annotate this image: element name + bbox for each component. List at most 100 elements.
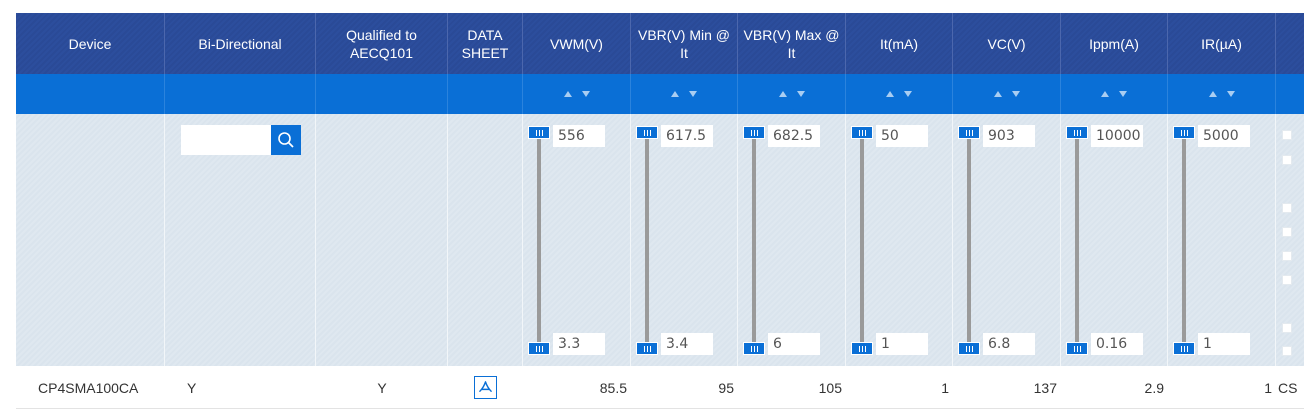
cell-ir: 1 [1264, 379, 1272, 396]
slider-track[interactable] [860, 130, 864, 352]
cell-truncated: CS [1278, 379, 1298, 396]
cell-vwm: 85.5 [599, 379, 627, 396]
sort-descending-icon[interactable] [796, 91, 805, 97]
cell-device[interactable]: CP4SMA100CA [16, 366, 165, 409]
range-max-value[interactable]: 5000 [1198, 125, 1250, 147]
range-min-value[interactable]: 6.8 [983, 333, 1035, 355]
range-max-value[interactable]: 556 [553, 125, 605, 147]
sort-ascending-icon[interactable] [1101, 91, 1109, 97]
slider-handle-max[interactable] [528, 126, 550, 139]
cell-vbr-min: 95 [718, 379, 734, 396]
sort-descending-icon[interactable] [904, 91, 912, 97]
cell-vbr-max: 105 [818, 379, 842, 396]
search-icon [278, 132, 294, 148]
filter-checkbox[interactable] [1282, 227, 1292, 237]
filter-cell-bidirectional [165, 114, 316, 366]
filter-checkbox[interactable] [1282, 251, 1292, 261]
col-header-device[interactable]: Device [16, 13, 165, 74]
col-header-qualified[interactable]: Qualified to AECQ101 [316, 13, 448, 74]
sort-ascending-icon[interactable] [1208, 91, 1217, 97]
range-min-value[interactable]: 0.16 [1091, 333, 1143, 355]
cell-vc: 137 [1033, 379, 1057, 396]
table-row[interactable]: CP4SMA100CA Y Y 85.5 95 105 1 137 2.9 1 … [16, 366, 1304, 409]
filter-checkbox[interactable] [1282, 203, 1292, 213]
sort-cell-ir [1168, 74, 1276, 114]
filter-cell [16, 114, 165, 366]
sort-ascending-icon[interactable] [778, 91, 787, 97]
cell-qualified: Y [377, 379, 387, 396]
pdf-icon[interactable] [474, 376, 497, 399]
slider-handle-max[interactable] [636, 126, 658, 139]
filter-checkbox[interactable] [1282, 155, 1292, 165]
search-button[interactable] [271, 125, 301, 155]
filter-cell [448, 114, 523, 366]
sort-descending-icon[interactable] [1119, 91, 1127, 97]
col-header-vc[interactable]: VC(V) [953, 13, 1061, 74]
col-header-vbr-min[interactable]: VBR(V) Min @ It [631, 13, 738, 74]
range-min-value[interactable]: 3.4 [661, 333, 713, 355]
range-min-value[interactable]: 1 [876, 333, 928, 355]
range-max-value[interactable]: 617.5 [661, 125, 713, 147]
slider-handle-min[interactable] [958, 342, 980, 355]
col-header-vwm[interactable]: VWM(V) [523, 13, 631, 74]
filter-checkbox[interactable] [1282, 130, 1292, 140]
range-max-value[interactable]: 682.5 [768, 125, 820, 147]
slider-track[interactable] [1075, 130, 1079, 352]
filter-checkbox[interactable] [1282, 346, 1292, 356]
filter-checkbox[interactable] [1282, 275, 1292, 285]
pdf-glyph [479, 381, 492, 392]
sort-descending-icon[interactable] [1011, 91, 1020, 97]
slider-track[interactable] [645, 130, 649, 352]
range-max-value[interactable]: 10000 [1091, 125, 1143, 147]
col-header-it[interactable]: It(mA) [846, 13, 953, 74]
slider-track[interactable] [1182, 130, 1186, 352]
filter-checkbox[interactable] [1282, 323, 1292, 333]
sort-ascending-icon[interactable] [563, 91, 572, 97]
slider-handle-min[interactable] [528, 342, 550, 355]
slider-handle-min[interactable] [1066, 342, 1088, 355]
col-header-vbr-max[interactable]: VBR(V) Max @ It [738, 13, 846, 74]
col-header-bidirectional[interactable]: Bi-Directional [165, 13, 316, 74]
cell-it: 1 [941, 379, 949, 396]
slider-handle-min[interactable] [743, 342, 765, 355]
slider-handle-min[interactable] [636, 342, 658, 355]
range-max-value[interactable]: 903 [983, 125, 1035, 147]
slider-handle-max[interactable] [743, 126, 765, 139]
col-header-ippm[interactable]: Ippm(A) [1061, 13, 1168, 74]
sort-ascending-icon[interactable] [671, 91, 679, 97]
slider-track[interactable] [537, 130, 541, 352]
slider-track[interactable] [967, 130, 971, 352]
col-header-datasheet[interactable]: DATA SHEET [448, 13, 523, 74]
range-min-value[interactable]: 3.3 [553, 333, 605, 355]
slider-handle-max[interactable] [1066, 126, 1088, 139]
parametric-table: Device Bi-Directional Qualified to AECQ1… [16, 13, 1304, 411]
sort-descending-icon[interactable] [1226, 91, 1235, 97]
range-max-value[interactable]: 50 [876, 125, 928, 147]
sort-cell [165, 74, 316, 114]
slider-track[interactable] [752, 130, 756, 352]
slider-handle-min[interactable] [851, 342, 873, 355]
sort-cell [316, 74, 448, 114]
slider-handle-max[interactable] [851, 126, 873, 139]
search-input[interactable] [181, 125, 271, 155]
filter-cell [316, 114, 448, 366]
sort-ascending-icon[interactable] [993, 91, 1002, 97]
col-header-ir[interactable]: IR(µA) [1168, 13, 1276, 74]
sort-descending-icon[interactable] [689, 91, 697, 97]
range-filter-ir: 5000 1 [1168, 114, 1276, 366]
range-filter-vbr-max: 682.5 6 [738, 114, 846, 366]
sort-cell [448, 74, 523, 114]
sort-cell [1276, 74, 1304, 114]
sort-cell-ippm [1061, 74, 1168, 114]
col-header-more [1276, 13, 1304, 74]
range-min-value[interactable]: 1 [1198, 333, 1250, 355]
cell-datasheet [448, 366, 523, 409]
sort-descending-icon[interactable] [581, 91, 590, 97]
slider-handle-max[interactable] [958, 126, 980, 139]
sort-ascending-icon[interactable] [886, 91, 894, 97]
range-filter-vwm: 556 3.3 [523, 114, 631, 366]
slider-handle-max[interactable] [1173, 126, 1195, 139]
slider-handle-min[interactable] [1173, 342, 1195, 355]
range-filter-vbr-min: 617.5 3.4 [631, 114, 738, 366]
range-min-value[interactable]: 6 [768, 333, 820, 355]
